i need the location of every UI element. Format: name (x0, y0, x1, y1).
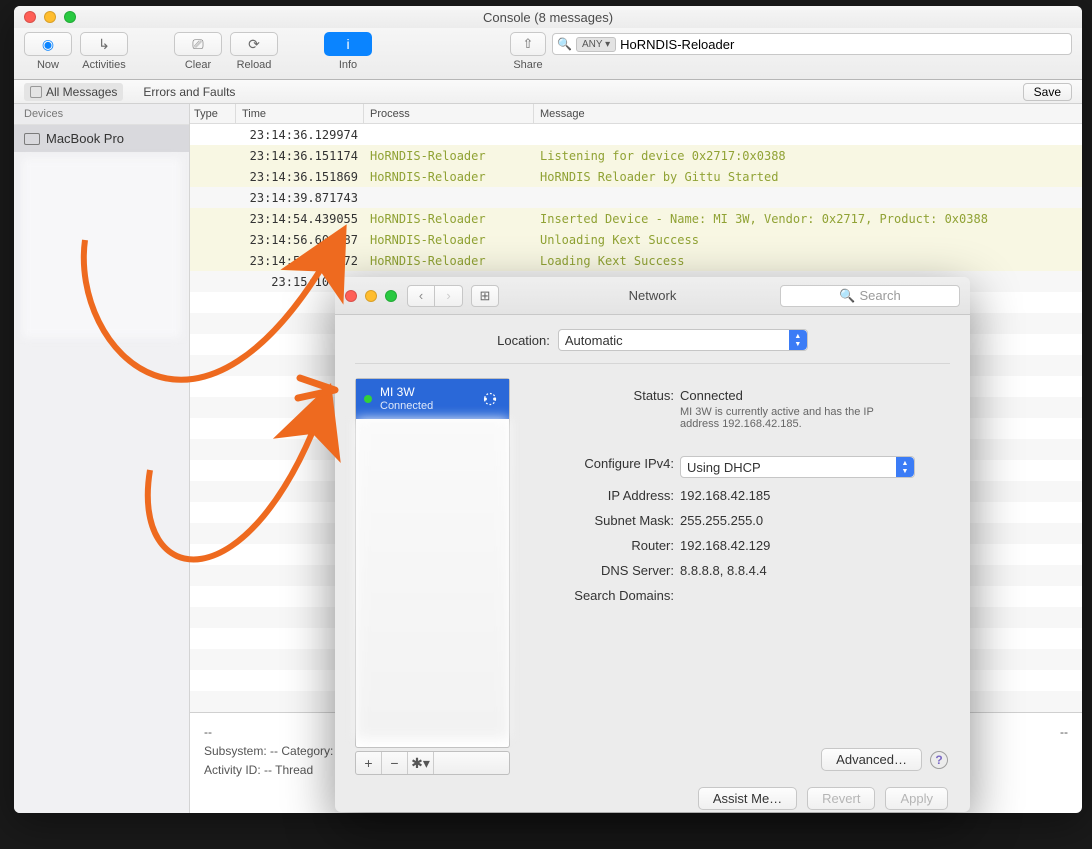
save-button[interactable]: Save (1023, 83, 1072, 101)
status-label: Status: (534, 388, 674, 403)
log-row[interactable]: 23:14:54.439055HoRNDIS-ReloaderInserted … (190, 208, 1082, 229)
domains-label: Search Domains: (534, 588, 674, 603)
now-label: Now (37, 59, 59, 71)
service-name: MI 3W (380, 386, 433, 399)
sidebar-blurred-area (22, 158, 181, 338)
reload-label: Reload (237, 59, 272, 71)
status-value: Connected (680, 388, 950, 403)
config-label: Configure IPv4: (534, 456, 674, 471)
network-title: Network (335, 288, 970, 303)
help-button[interactable]: ? (930, 751, 948, 769)
detail-activity: Activity ID: -- Thread (204, 761, 345, 780)
log-row[interactable]: 23:14:57.880772HoRNDIS-ReloaderLoading K… (190, 250, 1082, 271)
share-label: Share (513, 59, 542, 71)
detail-right: -- (1060, 723, 1068, 781)
log-row[interactable]: 23:14:36.129974 (190, 124, 1082, 145)
location-select[interactable]: Automatic ▲▼ (558, 329, 808, 351)
service-status: Connected (380, 400, 433, 412)
router-label: Router: (534, 538, 674, 553)
chevron-updown-icon: ▲▼ (896, 457, 914, 477)
search-icon: 🔍 (557, 37, 572, 51)
service-list-tools: + − ✱▾ (355, 751, 510, 775)
search-any-chip[interactable]: ANY ▾ (576, 37, 616, 52)
filter-errors-faults[interactable]: Errors and Faults (137, 83, 241, 101)
ethernet-icon (479, 388, 501, 410)
dns-value: 8.8.8.8, 8.8.4.4 (680, 563, 950, 578)
info-button[interactable]: i (324, 32, 372, 56)
ip-label: IP Address: (534, 488, 674, 503)
ip-value: 192.168.42.185 (680, 488, 950, 503)
reload-button[interactable]: ⟳ (230, 32, 278, 56)
sidebar-toggle-icon (30, 86, 42, 98)
service-blurred-area (356, 419, 509, 739)
assist-me-button[interactable]: Assist Me… (698, 787, 797, 810)
sidebar-heading: Devices (14, 104, 189, 125)
clear-button[interactable]: ⎚ (174, 32, 222, 56)
detail-dashes: -- (204, 723, 345, 742)
log-rows[interactable]: 23:14:36.12997423:14:36.151174HoRNDIS-Re… (190, 124, 1082, 292)
sidebar-item-macbook[interactable]: MacBook Pro (14, 125, 189, 152)
router-value: 192.168.42.129 (680, 538, 950, 553)
network-window: ‹ › ⊞ Network 🔍 Search Location: Automat… (335, 277, 970, 812)
status-dot-icon (364, 395, 372, 403)
service-list[interactable]: MI 3W Connected + − ✱▾ (355, 378, 510, 748)
share-button[interactable]: ⇧ (510, 32, 546, 56)
titlebar: Console (8 messages) (14, 6, 1082, 28)
filter-all-messages[interactable]: All Messages (24, 83, 123, 101)
log-row[interactable]: 23:14:36.151174HoRNDIS-ReloaderListening… (190, 145, 1082, 166)
col-time[interactable]: Time (236, 104, 364, 123)
col-message[interactable]: Message (534, 104, 1082, 123)
log-row[interactable]: 23:14:56.601887HoRNDIS-ReloaderUnloading… (190, 229, 1082, 250)
activities-label: Activities (82, 59, 125, 71)
col-process[interactable]: Process (364, 104, 534, 123)
service-mi3w[interactable]: MI 3W Connected (356, 379, 509, 419)
clear-label: Clear (185, 59, 211, 71)
log-row[interactable]: 23:14:36.151869HoRNDIS-ReloaderHoRNDIS R… (190, 166, 1082, 187)
log-columns-header: Type Time Process Message (190, 104, 1082, 124)
mask-label: Subnet Mask: (534, 513, 674, 528)
mask-value: 255.255.255.0 (680, 513, 950, 528)
status-sub: MI 3W is currently active and has the IP… (680, 406, 910, 430)
laptop-icon (24, 133, 40, 145)
col-type[interactable]: Type (190, 104, 236, 123)
sidebar: Devices MacBook Pro (14, 104, 190, 813)
chevron-updown-icon: ▲▼ (789, 330, 807, 350)
now-button[interactable]: ◉ (24, 32, 72, 56)
sidebar-item-label: MacBook Pro (46, 131, 124, 146)
revert-button[interactable]: Revert (807, 787, 875, 810)
location-row: Location: Automatic ▲▼ (355, 315, 950, 364)
location-label: Location: (497, 333, 550, 348)
toolbar: ◉ Now ↳ Activities ⎚ Clear ⟳ Reload i In… (14, 28, 1082, 80)
info-label: Info (339, 59, 357, 71)
window-title: Console (8 messages) (14, 10, 1082, 25)
configure-ipv4-select[interactable]: Using DHCP ▲▼ (680, 456, 915, 478)
detail-subsystem: Subsystem: -- Category: -- (204, 742, 345, 761)
log-row[interactable]: 23:14:39.871743 (190, 187, 1082, 208)
search-field[interactable]: 🔍 ANY ▾ (552, 33, 1072, 55)
search-input[interactable] (620, 37, 1067, 52)
add-service-button[interactable]: + (356, 752, 382, 774)
service-gear-button[interactable]: ✱▾ (408, 752, 434, 774)
remove-service-button[interactable]: − (382, 752, 408, 774)
filterbar: All Messages Errors and Faults Save (14, 80, 1082, 104)
advanced-button[interactable]: Advanced… (821, 748, 922, 771)
activities-button[interactable]: ↳ (80, 32, 128, 56)
apply-button[interactable]: Apply (885, 787, 948, 810)
dns-label: DNS Server: (534, 563, 674, 578)
network-detail: Status: Connected MI 3W is currently act… (520, 378, 950, 748)
network-toolbar: ‹ › ⊞ Network 🔍 Search (335, 277, 970, 315)
